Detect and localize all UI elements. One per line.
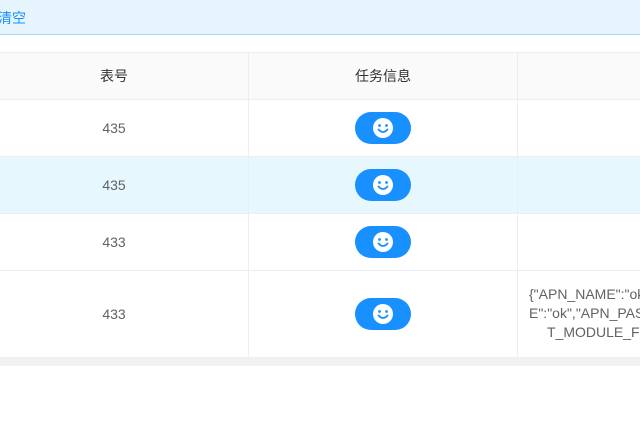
task-info-cell (248, 100, 517, 156)
toolbar: 清空 (0, 0, 640, 35)
horizontal-scrollbar-track[interactable] (0, 357, 640, 366)
meter-no-cell: 435 (102, 177, 126, 193)
clear-button[interactable]: 清空 (0, 8, 26, 28)
params-cell (517, 214, 640, 270)
table-row[interactable]: 433 (0, 213, 640, 270)
spacer (0, 35, 640, 52)
task-info-button[interactable] (355, 169, 411, 201)
column-header-params-label: 参 (518, 66, 640, 86)
params-cell: {"APN_NAME":"ok E":"ok","APN_PAS T_MODUL… (517, 271, 640, 357)
table-row[interactable]: 435 (0, 99, 640, 156)
table-header-row: 表号 任务信息 参 (0, 52, 640, 99)
params-text: {"APN_NAME":"ok E":"ok","APN_PAS T_MODUL… (518, 285, 640, 342)
params-cell (517, 157, 640, 213)
params-line: {"APN_NAME":"ok (529, 286, 640, 302)
params-line: T_MODULE_F (547, 324, 640, 340)
meter-no-cell: 433 (102, 306, 126, 322)
table-row[interactable]: 435 (0, 156, 640, 213)
smiley-face-icon (373, 232, 393, 252)
task-info-cell (248, 157, 517, 213)
column-header-meter-no[interactable]: 表号 (0, 53, 248, 99)
table-row[interactable]: 433 {"APN_NAME":"ok E":"ok","APN_PAS T_M… (0, 270, 640, 357)
column-header-task-info[interactable]: 任务信息 (248, 53, 517, 99)
params-cell (517, 100, 640, 156)
smiley-face-icon (373, 304, 393, 324)
params-line: E":"ok","APN_PAS (529, 305, 640, 321)
task-info-button[interactable] (355, 112, 411, 144)
smiley-face-icon (373, 118, 393, 138)
task-info-cell (248, 271, 517, 357)
task-info-cell (248, 214, 517, 270)
column-header-params[interactable]: 参 (517, 53, 640, 99)
meter-no-cell: 435 (102, 120, 126, 136)
smiley-face-icon (373, 175, 393, 195)
task-info-button[interactable] (355, 298, 411, 330)
task-info-button[interactable] (355, 226, 411, 258)
meter-no-cell: 433 (102, 234, 126, 250)
